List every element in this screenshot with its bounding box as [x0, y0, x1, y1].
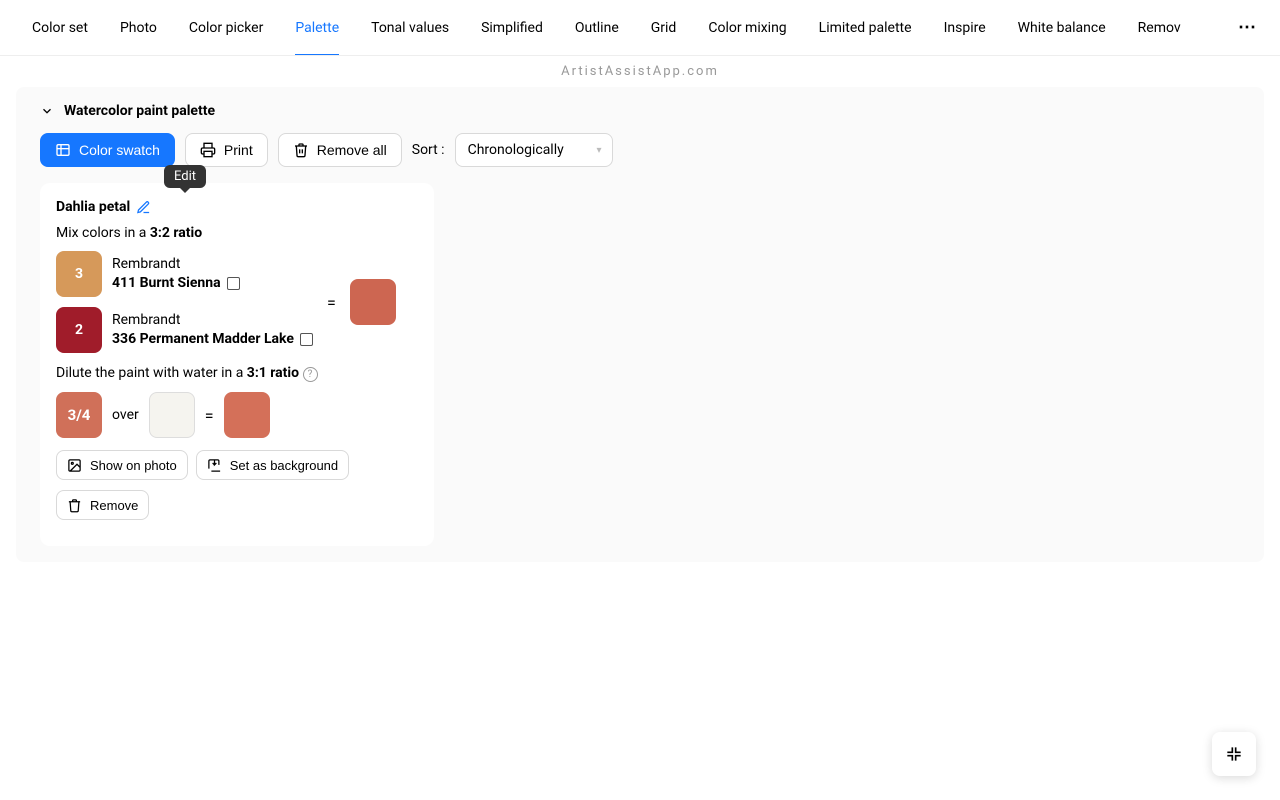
- tab-inspire[interactable]: Inspire: [928, 0, 1002, 56]
- result-swatch: [350, 279, 396, 325]
- mix-row: 3Rembrandt411 Burnt Sienna 2Rembrandt336…: [56, 251, 418, 353]
- background-icon: [207, 458, 222, 473]
- edit-icon[interactable]: [136, 200, 151, 215]
- dilute-row: 3/4 over =: [56, 392, 418, 438]
- dilute-line: Dilute the paint with water in a 3:1 rat…: [56, 365, 418, 382]
- trash-icon: [293, 142, 309, 158]
- mix-card: Dahlia petal Mix colors in a 3:2 ratio 3…: [40, 183, 434, 546]
- color-swatch-button[interactable]: Color swatch: [40, 133, 175, 167]
- paint-row: 2 Rembrandt336 Permanent Madder Lake: [56, 307, 313, 353]
- table-icon: [55, 142, 71, 158]
- print-icon: [200, 142, 216, 158]
- print-label: Print: [224, 142, 253, 158]
- tab-simplified[interactable]: Simplified: [465, 0, 559, 56]
- mix-ratio-line: Mix colors in a 3:2 ratio: [56, 225, 418, 241]
- consistency-swatch: 3/4: [56, 392, 102, 438]
- show-on-photo-label: Show on photo: [90, 458, 177, 473]
- paint-name: 411 Burnt Sienna: [112, 274, 240, 293]
- tab-photo[interactable]: Photo: [104, 0, 173, 56]
- card-actions: Show on photo Set as background: [56, 450, 418, 480]
- tabs-more-icon[interactable]: ⋯: [1230, 17, 1264, 38]
- mix-prefix: Mix colors in a: [56, 225, 150, 241]
- paint-info: Rembrandt336 Permanent Madder Lake: [112, 311, 313, 349]
- tab-color-mixing[interactable]: Color mixing: [692, 0, 802, 56]
- sort-label: Sort :: [412, 142, 445, 158]
- image-icon: [67, 458, 82, 473]
- tab-white-balance[interactable]: White balance: [1002, 0, 1122, 56]
- tab-color-set[interactable]: Color set: [16, 0, 104, 56]
- consistency-label: 3/4: [68, 406, 91, 424]
- paint-swatch: 2: [56, 307, 102, 353]
- color-swatch-label: Color swatch: [79, 142, 160, 158]
- panel-header[interactable]: Watercolor paint palette: [40, 103, 1240, 119]
- final-swatch: [224, 392, 270, 438]
- tab-palette[interactable]: Palette: [279, 0, 355, 56]
- chevron-down-icon: [40, 104, 54, 118]
- remove-all-button[interactable]: Remove all: [278, 133, 402, 167]
- over-label: over: [112, 407, 139, 423]
- trash-icon: [67, 498, 82, 513]
- minimize-icon: [1224, 744, 1244, 764]
- card-actions-2: Remove: [56, 490, 418, 520]
- paint-brand: Rembrandt: [112, 311, 313, 330]
- tab-limited-palette[interactable]: Limited palette: [803, 0, 928, 56]
- chevron-down-icon: ▾: [597, 145, 602, 156]
- paint-swatch: 3: [56, 251, 102, 297]
- tab-grid[interactable]: Grid: [635, 0, 693, 56]
- card-title-row: Dahlia petal: [56, 199, 418, 215]
- sort-value: Chronologically: [468, 142, 564, 158]
- paint-info: Rembrandt411 Burnt Sienna: [112, 255, 240, 293]
- palette-panel: Watercolor paint palette Color swatch Pr…: [16, 87, 1264, 562]
- remove-button[interactable]: Remove: [56, 490, 149, 520]
- tab-remov[interactable]: Remov: [1122, 0, 1197, 56]
- set-as-background-button[interactable]: Set as background: [196, 450, 349, 480]
- fullscreen-exit-button[interactable]: [1212, 732, 1256, 776]
- show-on-photo-button[interactable]: Show on photo: [56, 450, 188, 480]
- remove-label: Remove: [90, 498, 138, 513]
- equals-sign: =: [327, 293, 336, 312]
- help-icon[interactable]: ?: [303, 367, 318, 382]
- paint-row: 3 Rembrandt411 Burnt Sienna: [56, 251, 313, 297]
- store-icon[interactable]: [227, 277, 240, 290]
- paint-brand: Rembrandt: [112, 255, 240, 274]
- app-subtitle: ArtistAssistApp.com: [0, 64, 1280, 79]
- main-tabs: Color setPhotoColor pickerPaletteTonal v…: [0, 0, 1280, 56]
- sort-select[interactable]: Chronologically ▾: [455, 133, 613, 167]
- paint-list: 3Rembrandt411 Burnt Sienna 2Rembrandt336…: [56, 251, 313, 353]
- card-title: Dahlia petal: [56, 199, 130, 215]
- dilute-prefix: Dilute the paint with water in a: [56, 365, 247, 381]
- panel-title: Watercolor paint palette: [64, 103, 215, 119]
- print-button[interactable]: Print: [185, 133, 268, 167]
- store-icon[interactable]: [300, 333, 313, 346]
- paper-swatch: [149, 392, 195, 438]
- tab-outline[interactable]: Outline: [559, 0, 635, 56]
- toolbar: Color swatch Print Remove all Sort : Chr…: [40, 133, 1240, 167]
- set-as-background-label: Set as background: [230, 458, 338, 473]
- mix-ratio: 3:2 ratio: [150, 225, 202, 241]
- dilute-ratio: 3:1 ratio: [247, 365, 299, 381]
- tab-tonal-values[interactable]: Tonal values: [355, 0, 465, 56]
- tab-color-picker[interactable]: Color picker: [173, 0, 279, 56]
- remove-all-label: Remove all: [317, 142, 387, 158]
- paint-name: 336 Permanent Madder Lake: [112, 330, 313, 349]
- equals-sign: =: [205, 406, 214, 425]
